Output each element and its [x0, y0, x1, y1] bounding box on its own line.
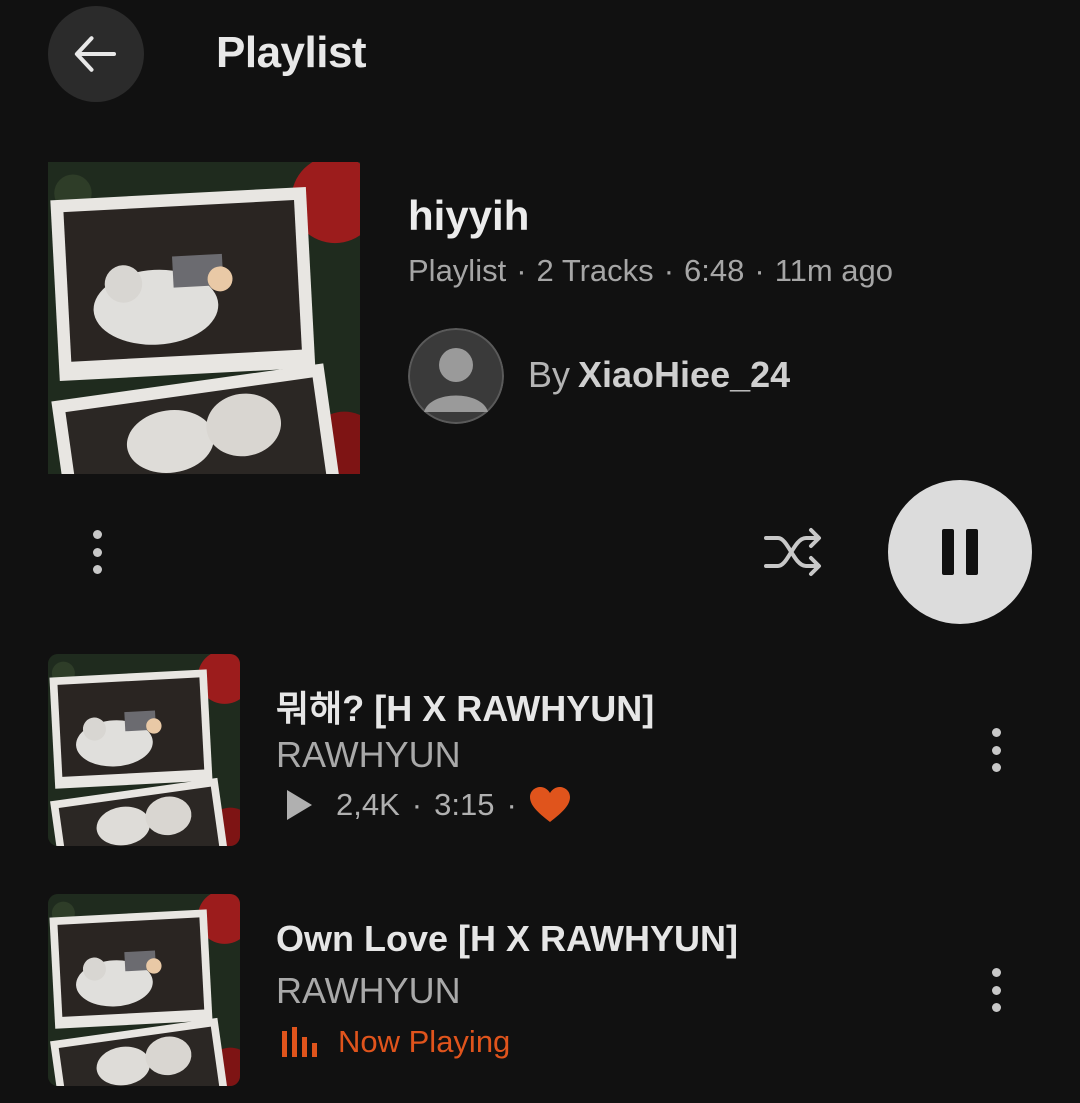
track-duration: 3:15 — [434, 787, 495, 822]
track-artwork[interactable] — [48, 654, 240, 846]
play-count-icon — [287, 790, 312, 820]
track-artist[interactable]: RAWHYUN — [276, 734, 461, 776]
shuffle-button[interactable] — [760, 524, 826, 580]
playlist-meta: Playlist · 2 Tracks · 6:48 · 11m ago — [408, 253, 894, 288]
playlist-type: Playlist — [408, 253, 507, 288]
shuffle-icon — [764, 528, 821, 576]
owner-username[interactable]: XiaoHiee_24 — [578, 354, 790, 395]
track-title[interactable]: 뭐해? [H X RAWHYUN] — [276, 680, 654, 732]
playlist-updated: 11m ago — [774, 253, 894, 288]
track-artist[interactable]: RAWHYUN — [276, 970, 461, 1012]
track-stats: 2,4K · 3:15 · — [284, 786, 571, 824]
by-label: By — [528, 354, 571, 395]
playlist-duration: 6:48 — [684, 253, 745, 288]
back-button[interactable] — [48, 6, 144, 102]
play-count: 2,4K — [336, 787, 400, 822]
playlist-name: hiyyih — [408, 192, 530, 239]
pause-button[interactable] — [888, 480, 1032, 624]
owner-avatar[interactable] — [408, 328, 504, 424]
more-options-icon[interactable] — [90, 530, 104, 574]
equalizer-icon — [282, 1027, 317, 1057]
playlist-track-count: 2 Tracks — [536, 253, 654, 288]
page-title: Playlist — [216, 28, 367, 77]
now-playing-label: Now Playing — [338, 1024, 511, 1059]
pause-icon — [942, 529, 978, 575]
track-artwork[interactable] — [48, 894, 240, 1086]
user-avatar-icon — [408, 328, 504, 424]
heart-icon[interactable] — [529, 786, 571, 824]
arrow-left-icon — [74, 36, 117, 72]
track-title[interactable]: Own Love [H X RAWHYUN] — [276, 918, 738, 960]
track-more-icon[interactable] — [989, 728, 1003, 772]
track-more-icon[interactable] — [989, 968, 1003, 1012]
now-playing-indicator: Now Playing — [282, 1024, 510, 1060]
owner-byline: By XiaoHiee_24 — [528, 354, 790, 396]
playlist-artwork — [48, 162, 360, 474]
